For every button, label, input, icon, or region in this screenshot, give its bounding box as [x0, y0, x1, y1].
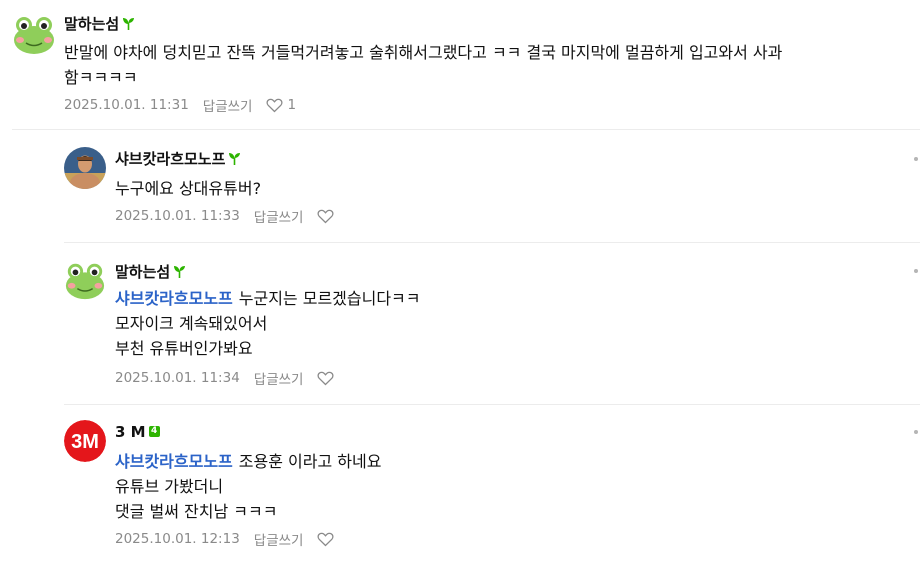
- more-options-icon[interactable]: [914, 269, 918, 273]
- nickname-text: 말하는섬: [115, 263, 171, 281]
- comment-text: 샤브캇라흐모노프 누군지는 모르겠습니다ㅋㅋ 모자이크 계속돼있어서 부천 유튜버…: [115, 286, 421, 361]
- comment-nickname[interactable]: 샤브캇라흐모노프: [115, 148, 241, 169]
- comment-date: 2025.10.01. 11:31: [64, 97, 189, 113]
- more-options-icon[interactable]: [914, 157, 918, 161]
- logo-text: 3M: [71, 431, 99, 453]
- comment-text: 샤브캇라흐모노프 조용훈 이라고 하네요 유튜브 가봤더니 댓글 벌써 잔치남 ㅋ…: [115, 449, 381, 524]
- comment-nickname[interactable]: 말하는섬: [64, 13, 135, 34]
- comment-date: 2025.10.01. 12:13: [115, 531, 240, 547]
- comment-nickname[interactable]: 말하는섬: [115, 261, 186, 282]
- more-options-icon[interactable]: [914, 430, 918, 434]
- comment-date: 2025.10.01. 11:34: [115, 370, 240, 386]
- comment-meta: 2025.10.01. 11:31 답글쓰기 1: [64, 95, 296, 115]
- sprout-icon: [229, 153, 241, 165]
- comment-divider: [64, 242, 920, 243]
- nickname-text: 샤브캇라흐모노프: [115, 150, 226, 168]
- comment-line: 모자이크 계속돼있어서: [115, 314, 268, 333]
- heart-icon: [266, 98, 284, 112]
- comment-nickname[interactable]: 3 M4: [115, 423, 160, 441]
- comment-meta: 2025.10.01. 11:33 답글쓰기: [115, 206, 335, 226]
- comment-line: 유튜브 가봤더니: [115, 477, 224, 496]
- comment-line: 반말에 야차에 덩치믿고 잔뜩 거들먹거려놓고 술취해서그랬다고 ㅋㅋ 결국 마…: [64, 43, 783, 62]
- like-count: 1: [287, 97, 297, 113]
- heart-icon: [317, 532, 335, 546]
- reply-button[interactable]: 답글쓰기: [254, 529, 304, 549]
- nickname-text: 말하는섬: [64, 15, 120, 33]
- user-avatar[interactable]: 3M: [64, 420, 106, 462]
- like-button[interactable]: [317, 209, 335, 224]
- comment-meta: 2025.10.01. 11:34 답글쓰기: [115, 368, 335, 388]
- level-badge-icon: 4: [148, 426, 160, 437]
- comment-divider: [64, 404, 920, 405]
- sprout-icon: [174, 266, 186, 278]
- heart-icon: [317, 371, 335, 385]
- comment-line: 조용훈 이라고 하네요: [238, 452, 382, 471]
- reply-button[interactable]: 답글쓰기: [254, 206, 304, 226]
- comment-line: 함ㅋㅋㅋㅋ: [64, 68, 138, 87]
- frog-icon: [14, 17, 54, 54]
- comment-line: 부천 유튜버인가봐요: [115, 339, 253, 358]
- like-button[interactable]: [317, 371, 335, 386]
- 3m-logo: 3M: [64, 420, 106, 462]
- like-button[interactable]: 1: [266, 97, 296, 113]
- comment-line: 누군지는 모르겠습니다ㅋㅋ: [238, 289, 421, 308]
- comment-divider: [12, 129, 920, 130]
- reply-button[interactable]: 답글쓰기: [203, 95, 253, 115]
- mention-link[interactable]: 샤브캇라흐모노프: [115, 289, 233, 308]
- like-button[interactable]: [317, 532, 335, 547]
- comment-line: 누구에요 상대유튜버?: [115, 179, 262, 198]
- user-avatar[interactable]: [64, 147, 106, 189]
- frog-avatar[interactable]: [12, 12, 56, 56]
- comment-date: 2025.10.01. 11:33: [115, 208, 240, 224]
- fighter-photo: [64, 147, 106, 189]
- reply-button[interactable]: 답글쓰기: [254, 368, 304, 388]
- comment-line: 댓글 벌써 잔치남 ㅋㅋㅋ: [115, 502, 278, 521]
- mention-link[interactable]: 샤브캇라흐모노프: [115, 452, 233, 471]
- comment-text: 누구에요 상대유튜버?: [115, 176, 261, 201]
- heart-icon: [317, 209, 335, 223]
- nickname-text: 3 M: [115, 423, 146, 441]
- frog-icon: [65, 263, 105, 300]
- comment-meta: 2025.10.01. 12:13 답글쓰기: [115, 529, 335, 549]
- sprout-icon: [123, 18, 135, 30]
- frog-avatar[interactable]: [64, 259, 106, 301]
- comment-text: 반말에 야차에 덩치믿고 잔뜩 거들먹거려놓고 술취해서그랬다고 ㅋㅋ 결국 마…: [64, 40, 782, 90]
